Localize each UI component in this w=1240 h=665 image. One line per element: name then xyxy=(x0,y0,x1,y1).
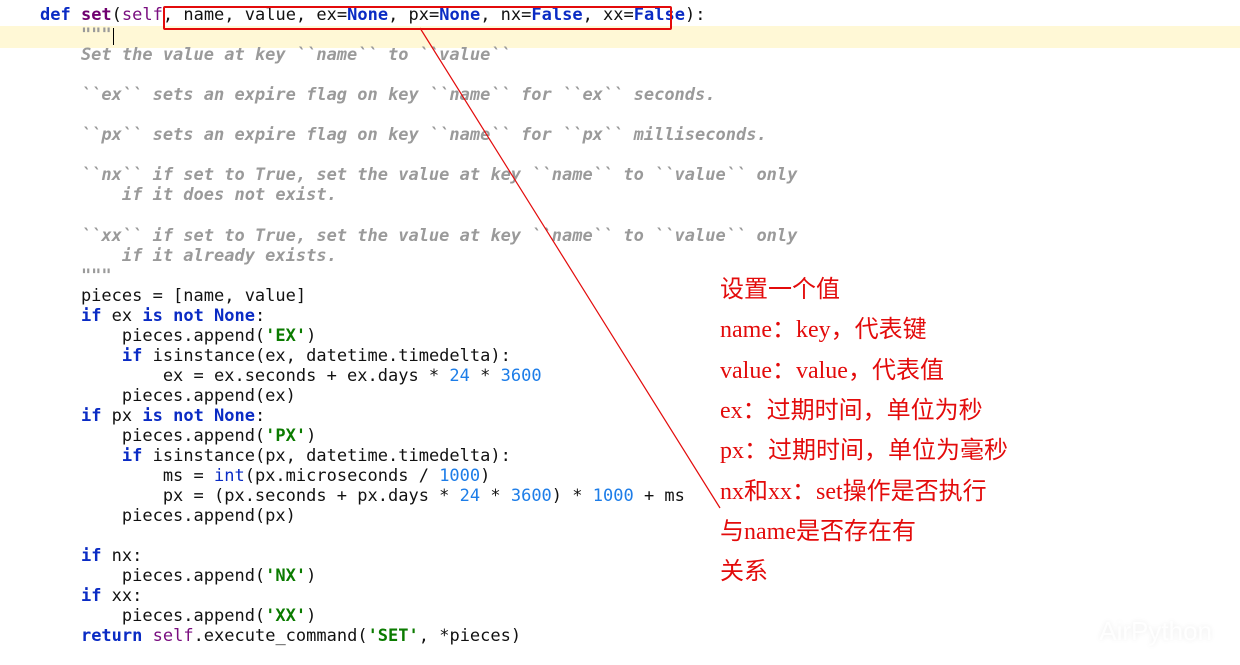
ms-calc-c: ) xyxy=(480,466,490,486)
if1-kw: if xyxy=(81,306,101,326)
ms-calc-a: ms = xyxy=(40,466,214,486)
if4-kw: if xyxy=(81,586,101,606)
pxcalc-a: px = (px.seconds + px.days * xyxy=(40,486,460,506)
doc-line-5b: if it already exists. xyxy=(40,246,337,266)
anno-l5: px：过期时间，单位为毫秒 xyxy=(720,431,1008,471)
ret-indent xyxy=(40,626,81,646)
ex-if: if xyxy=(122,346,142,366)
px-append-close: ) xyxy=(306,426,316,446)
if4-xx: xx: xyxy=(101,586,142,606)
doc-line-1: Set the value at key ``name`` to ``value… xyxy=(40,45,511,65)
px-append-open: pieces.append( xyxy=(40,426,265,446)
if2-indent xyxy=(40,406,81,426)
ret-kw: return xyxy=(81,626,153,646)
xx-append-close: ) xyxy=(306,606,316,626)
ex-isinstance: isinstance(ex, datetime.timedelta): xyxy=(142,346,510,366)
if2-none: None xyxy=(214,406,255,426)
ex-str: 'EX' xyxy=(265,326,306,346)
ex-mul: * xyxy=(470,366,501,386)
if3-indent xyxy=(40,546,81,566)
watermark: AirPython xyxy=(1063,616,1212,647)
if1-colon: : xyxy=(255,306,265,326)
fn-name: set xyxy=(81,5,112,25)
kw-def: def xyxy=(40,5,81,25)
ex-append-open: pieces.append( xyxy=(40,326,265,346)
doc-line-3: ``px`` sets an expire flag on key ``name… xyxy=(40,125,767,145)
doc-line-4b: if it does not exist. xyxy=(40,185,337,205)
anno-l6: nx和xx：set操作是否执行 xyxy=(720,472,1008,512)
param-self: self xyxy=(122,5,163,25)
doc-line-4a: ``nx`` if set to True, set the value at … xyxy=(40,165,797,185)
doc-line-5a: ``xx`` if set to True, set the value at … xyxy=(40,226,797,246)
if1-var: ex xyxy=(101,306,142,326)
anno-l1: 设置一个值 xyxy=(720,270,1008,310)
annotation-text: 设置一个值 name：key，代表键 value：value，代表值 ex：过期… xyxy=(720,270,1008,593)
if2-colon: : xyxy=(255,406,265,426)
pxcalc-d: + ms xyxy=(634,486,685,506)
ret-tail: , *pieces) xyxy=(419,626,521,646)
anno-l7: 与name是否存在有 xyxy=(720,512,1008,552)
ex-calc-a: ex = ex.seconds + ex.days * xyxy=(40,366,449,386)
ms-calc-b: (px.microseconds / xyxy=(245,466,439,486)
px-if: if xyxy=(122,446,142,466)
anno-l8: 关系 xyxy=(720,552,1008,592)
nx-str: 'NX' xyxy=(265,566,306,586)
wechat-icon xyxy=(1063,619,1093,645)
nx-append-close: ) xyxy=(306,566,316,586)
if1-none: None xyxy=(214,306,255,326)
watermark-text: AirPython xyxy=(1099,616,1212,647)
ex-append-var: pieces.append(ex) xyxy=(40,386,296,406)
code-block: def set(self, name, value, ex=None, px=N… xyxy=(40,5,797,647)
if2-var: px xyxy=(101,406,142,426)
ex-24: 24 xyxy=(449,366,469,386)
px-isinstance: isinstance(px, datetime.timedelta): xyxy=(142,446,510,466)
px-isinstance-indent xyxy=(40,446,122,466)
ret-self: self xyxy=(153,626,194,646)
if1-isnot: is not xyxy=(142,306,214,326)
px-append-var: pieces.append(px) xyxy=(40,506,296,526)
red-highlight-box xyxy=(163,6,672,30)
text-cursor xyxy=(113,28,115,45)
if4-indent xyxy=(40,586,81,606)
doc-line-2: ``ex`` sets an expire flag on key ``name… xyxy=(40,85,716,105)
anno-l2: name：key，代表键 xyxy=(720,310,1008,350)
int-builtin: int xyxy=(214,466,245,486)
px-3600: 3600 xyxy=(511,486,552,506)
ms-1000: 1000 xyxy=(439,466,480,486)
anno-l4: ex：过期时间，单位为秒 xyxy=(720,391,1008,431)
pieces-line: pieces = [name, value] xyxy=(40,286,306,306)
if3-kw: if xyxy=(81,546,101,566)
ret-exec: .execute_command( xyxy=(194,626,368,646)
xx-append-open: pieces.append( xyxy=(40,606,265,626)
px-24: 24 xyxy=(460,486,480,506)
if2-kw: if xyxy=(81,406,101,426)
pxcalc-c: ) * xyxy=(552,486,593,506)
if1-indent xyxy=(40,306,81,326)
px-str: 'PX' xyxy=(265,426,306,446)
ex-3600: 3600 xyxy=(501,366,542,386)
ex-append-close: ) xyxy=(306,326,316,346)
xx-str: 'XX' xyxy=(265,606,306,626)
if3-nx: nx: xyxy=(101,546,142,566)
px-1000: 1000 xyxy=(593,486,634,506)
open-paren: ( xyxy=(112,5,122,25)
nx-append-open: pieces.append( xyxy=(40,566,265,586)
ret-set-str: 'SET' xyxy=(368,626,419,646)
pxcalc-b: * xyxy=(480,486,511,506)
anno-l3: value：value，代表值 xyxy=(720,351,1008,391)
if2-isnot: is not xyxy=(142,406,214,426)
doc-triple-close: """ xyxy=(40,266,112,286)
doc-triple-open: """ xyxy=(40,25,112,45)
ex-isinstance-indent xyxy=(40,346,122,366)
close-paren: ): xyxy=(685,5,705,25)
